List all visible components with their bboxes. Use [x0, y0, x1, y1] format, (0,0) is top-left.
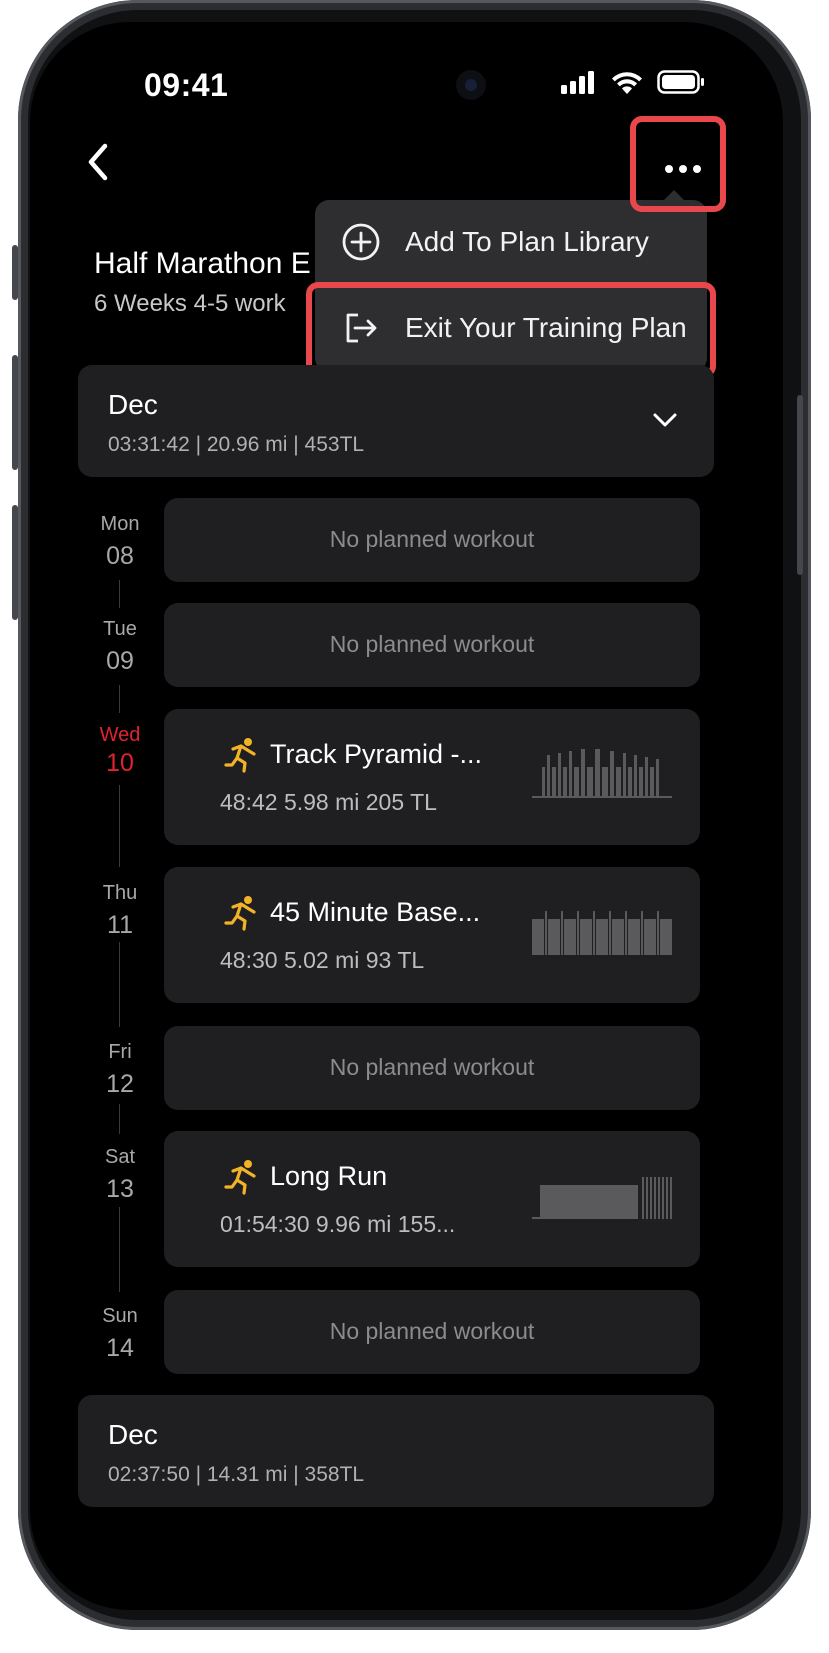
signal-icon: [561, 71, 594, 94]
week-summary: 03:31:42 | 20.96 mi | 453TL: [108, 433, 365, 456]
app-screen: 09:41 Half Marathon E 6 Weeks 4-5 work A…: [30, 22, 783, 1610]
workout-intensity-graph: [532, 749, 672, 798]
day-label: Mon 08: [90, 513, 150, 571]
plan-title: Half Marathon E: [94, 247, 311, 280]
day-name: Tue: [103, 618, 137, 640]
workout-stats: 01:54:30 9.96 mi 155...: [220, 1211, 456, 1237]
workout-card-long-run[interactable]: Long Run 01:54:30 9.96 mi 155...: [164, 1131, 700, 1267]
week-card[interactable]: Dec 02:37:50 | 14.31 mi | 358TL: [78, 1395, 714, 1507]
timeline-line: [119, 942, 120, 1027]
wifi-icon: [612, 72, 642, 94]
running-icon: [224, 738, 256, 773]
day-label: Fri 12: [90, 1041, 150, 1099]
day-date: 13: [106, 1175, 134, 1203]
battery-icon: [657, 70, 704, 94]
day-label: Thu 11: [90, 882, 150, 940]
side-button: [12, 505, 18, 620]
timeline-line: [119, 1207, 120, 1292]
no-workout-label: No planned workout: [329, 631, 535, 657]
day-date: 14: [106, 1334, 134, 1362]
workout-intensity-graph: [532, 911, 672, 955]
timeline-line: [119, 785, 120, 867]
workout-card-track-pyramid[interactable]: Track Pyramid -... 48:42 5.98 mi 205 TL: [164, 709, 700, 845]
status-time: 09:41: [144, 67, 229, 103]
day-date: 09: [106, 647, 134, 675]
day-label: Tue 09: [90, 618, 150, 676]
chevron-left-icon: [88, 143, 108, 181]
workout-intensity-graph: [532, 1177, 672, 1219]
side-button: [12, 355, 18, 470]
no-workout-label: No planned workout: [329, 1054, 535, 1080]
no-workout-label: No planned workout: [329, 526, 535, 552]
timeline-line: [119, 685, 120, 713]
running-icon: [224, 896, 256, 931]
day-date: 08: [106, 542, 134, 570]
plan-subtitle: 6 Weeks 4-5 work: [94, 290, 286, 317]
week-summary: 02:37:50 | 14.31 mi | 358TL: [108, 1463, 365, 1486]
no-workout-card[interactable]: No planned workout: [164, 498, 700, 582]
week-card[interactable]: Dec 03:31:42 | 20.96 mi | 453TL: [78, 365, 714, 477]
chevron-down-icon: [653, 413, 677, 427]
workout-title: Track Pyramid -...: [270, 739, 483, 769]
day-name: Fri: [108, 1041, 132, 1063]
workout-stats: 48:42 5.98 mi 205 TL: [220, 789, 437, 815]
camera-icon: [456, 70, 486, 100]
timeline-line: [119, 580, 120, 608]
day-date: 10: [106, 749, 134, 777]
highlight-box-exit: [306, 282, 716, 378]
day-name: Thu: [102, 882, 138, 904]
day-label: Sun 14: [90, 1305, 150, 1363]
day-name: Mon: [100, 513, 140, 535]
plus-circle-icon: [339, 220, 383, 264]
side-button: [797, 395, 803, 575]
day-name: Sun: [102, 1305, 138, 1327]
highlight-box-more: [630, 116, 726, 212]
no-workout-card[interactable]: No planned workout: [164, 603, 700, 687]
back-button[interactable]: [70, 132, 130, 192]
timeline-line: [119, 1104, 120, 1134]
week-month: Dec: [108, 1419, 158, 1450]
day-name: Wed: [99, 724, 141, 746]
no-workout-card[interactable]: No planned workout: [164, 1026, 700, 1110]
no-workout-label: No planned workout: [329, 1318, 535, 1344]
workout-title: Long Run: [270, 1161, 388, 1191]
day-date: 11: [107, 911, 133, 939]
workout-stats: 48:30 5.02 mi 93 TL: [220, 947, 425, 973]
day-date: 12: [106, 1070, 134, 1098]
day-label-today: Wed 10: [90, 724, 150, 778]
day-name: Sat: [104, 1146, 136, 1168]
status-icons: [561, 70, 705, 94]
week-month: Dec: [108, 389, 158, 420]
workout-title: 45 Minute Base...: [270, 897, 481, 927]
running-icon: [224, 1160, 256, 1195]
menu-item-label: Add To Plan Library: [405, 226, 649, 257]
side-button: [12, 245, 18, 300]
day-label: Sat 13: [90, 1146, 150, 1204]
menu-item-add-to-plan-library[interactable]: Add To Plan Library: [315, 200, 707, 284]
no-workout-card[interactable]: No planned workout: [164, 1290, 700, 1374]
workout-card-45-minute-base[interactable]: 45 Minute Base... 48:30 5.02 mi 93 TL: [164, 867, 700, 1003]
